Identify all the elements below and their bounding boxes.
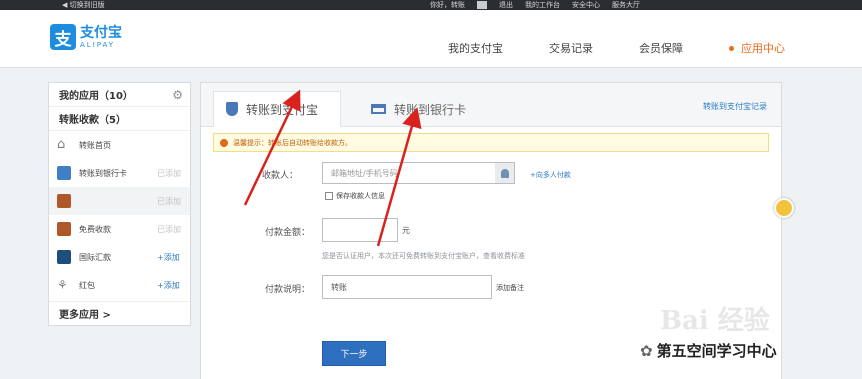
sidebar-item-red-packet[interactable]: ⚘ 红包 +添加 [49, 271, 190, 299]
sidebar-item-action[interactable]: 已添加 [157, 168, 181, 179]
logout-link[interactable]: 退出 [499, 0, 513, 10]
nav-member-protection[interactable]: 会员保障 [639, 40, 683, 56]
tab-transfer-to-alipay[interactable]: 转账到支付宝 [213, 91, 341, 127]
sidebar-item-international[interactable]: 国际汇款 +添加 [49, 243, 190, 271]
help-assistant-icon[interactable] [774, 198, 794, 218]
save-contact-label: 保存收款人信息 [336, 192, 385, 200]
logo-en-text: ALIPAY [80, 40, 116, 49]
bank-card-icon [57, 166, 71, 180]
gear-icon[interactable]: ⚙ [172, 88, 183, 102]
home-icon: ⌂ [57, 137, 66, 152]
sidebar-item-action[interactable]: +添加 [157, 252, 180, 263]
greeting[interactable]: 你好，转账 [430, 0, 465, 10]
message-icon[interactable] [477, 1, 487, 9]
sidebar-item-action[interactable]: 已添加 [157, 196, 181, 207]
logo-cn-text: 支付宝 [80, 24, 122, 41]
sidebar: 我的应用（10） ⚙ 转账收款（5） ⌂ 转账首页 转账到银行卡 已添加 已添加… [48, 82, 191, 326]
payee-label: 收款人： [261, 171, 298, 181]
sidebar-item-action[interactable]: +添加 [157, 280, 180, 291]
warning-icon [220, 138, 228, 147]
sidebar-item-label: 红包 [79, 280, 95, 290]
notice-text: 温馨提示：转账后自动转账给收款方。 [233, 138, 352, 147]
shield-icon [226, 102, 238, 116]
payee-input[interactable]: 邮箱地址/手机号码 [322, 162, 496, 184]
security-center-link[interactable]: 安全中心 [572, 0, 600, 10]
sidebar-item-free-collect[interactable]: 免费收款 已添加 [49, 215, 190, 243]
sidebar-item-label: 转账到银行卡 [79, 168, 127, 178]
old-version-link[interactable]: ◀ 切换到旧版 [62, 0, 105, 10]
memo-label: 付款说明： [264, 285, 310, 295]
sidebar-item-action[interactable]: 已添加 [157, 224, 181, 235]
top-links: 你好，转账 退出 我的工作台 安全中心 服务大厅 [430, 0, 640, 10]
top-bar: ◀ 切换到旧版 你好，转账 退出 我的工作台 安全中心 服务大厅 [0, 0, 862, 10]
sidebar-item-label: 转账首页 [79, 140, 111, 150]
baidu-watermark: Bai 经验 [660, 306, 770, 336]
tab-label: 转账到支付宝 [246, 102, 319, 117]
nav-transactions[interactable]: 交易记录 [549, 40, 593, 56]
tab-bar: 转账到支付宝 转账到银行卡 转账到支付宝记录 [201, 83, 781, 127]
active-dot-icon [729, 45, 734, 51]
main-nav: 我的支付宝 交易记录 会员保障 应用中心 [448, 40, 785, 56]
my-apps-header[interactable]: 我的应用（10） ⚙ [49, 83, 190, 107]
person-icon [500, 168, 509, 178]
tab-transfer-to-bank[interactable]: 转账到银行卡 [371, 91, 466, 127]
notice-banner: 温馨提示：转账后自动转账给收款方。 [213, 133, 769, 152]
checkbox-icon[interactable] [325, 192, 333, 200]
memo-input[interactable]: 转账 [322, 275, 492, 299]
wechat-watermark: ✿ 第五空间学习中心 [640, 340, 777, 361]
wallet-icon [57, 194, 71, 208]
sidebar-item-bank-card[interactable]: 转账到银行卡 已添加 [49, 159, 190, 187]
tab-label: 转账到银行卡 [394, 102, 467, 117]
transfer-group-label: 转账收款（5） [59, 115, 126, 126]
bank-card-icon [371, 104, 386, 114]
transfer-records-link[interactable]: 转账到支付宝记录 [703, 101, 767, 112]
my-apps-label: 我的应用（10） [59, 91, 133, 102]
header: 支 支付宝 ALIPAY 我的支付宝 交易记录 会员保障 应用中心 [0, 10, 862, 68]
sidebar-item-label: 免费收款 [79, 224, 111, 234]
wechat-icon: ✿ [640, 341, 653, 360]
sidebar-item-transfer-alipay[interactable]: 已添加 [49, 187, 190, 215]
service-hall-link[interactable]: 服务大厅 [612, 0, 640, 10]
workbench-link[interactable]: 我的工作台 [525, 0, 560, 10]
nav-app-center-label: 应用中心 [741, 42, 785, 55]
contacts-button[interactable] [495, 162, 515, 184]
watermark-text: 第五空间学习中心 [656, 342, 777, 360]
sidebar-item-label: 国际汇款 [79, 252, 111, 262]
gift-icon: ⚘ [57, 278, 68, 292]
sidebar-item-transfer-home[interactable]: ⌂ 转账首页 [49, 131, 190, 159]
alipay-logo[interactable]: 支 支付宝 ALIPAY [50, 24, 122, 50]
collect-icon [57, 222, 71, 236]
nav-app-center[interactable]: 应用中心 [729, 40, 785, 56]
multi-payee-link[interactable]: +向多人付款 [530, 170, 571, 180]
alipay-logo-icon: 支 [50, 24, 76, 50]
nav-my-alipay[interactable]: 我的支付宝 [448, 40, 503, 56]
next-step-button[interactable]: 下一步 [322, 341, 386, 366]
globe-icon [57, 250, 71, 264]
add-memo-link[interactable]: 添加备注 [496, 283, 524, 293]
amount-hint: 您是否认证用户，本次还可免费转账到支付宝账户，查看收费标准 [322, 252, 525, 260]
amount-label: 付款金额： [264, 228, 310, 238]
save-contact-checkbox[interactable]: 保存收款人信息 [325, 191, 385, 201]
amount-input[interactable] [322, 218, 398, 242]
more-apps-link[interactable]: 更多应用 > [49, 301, 190, 325]
amount-unit: 元 [402, 226, 410, 235]
transfer-group-header[interactable]: 转账收款（5） [49, 107, 190, 131]
